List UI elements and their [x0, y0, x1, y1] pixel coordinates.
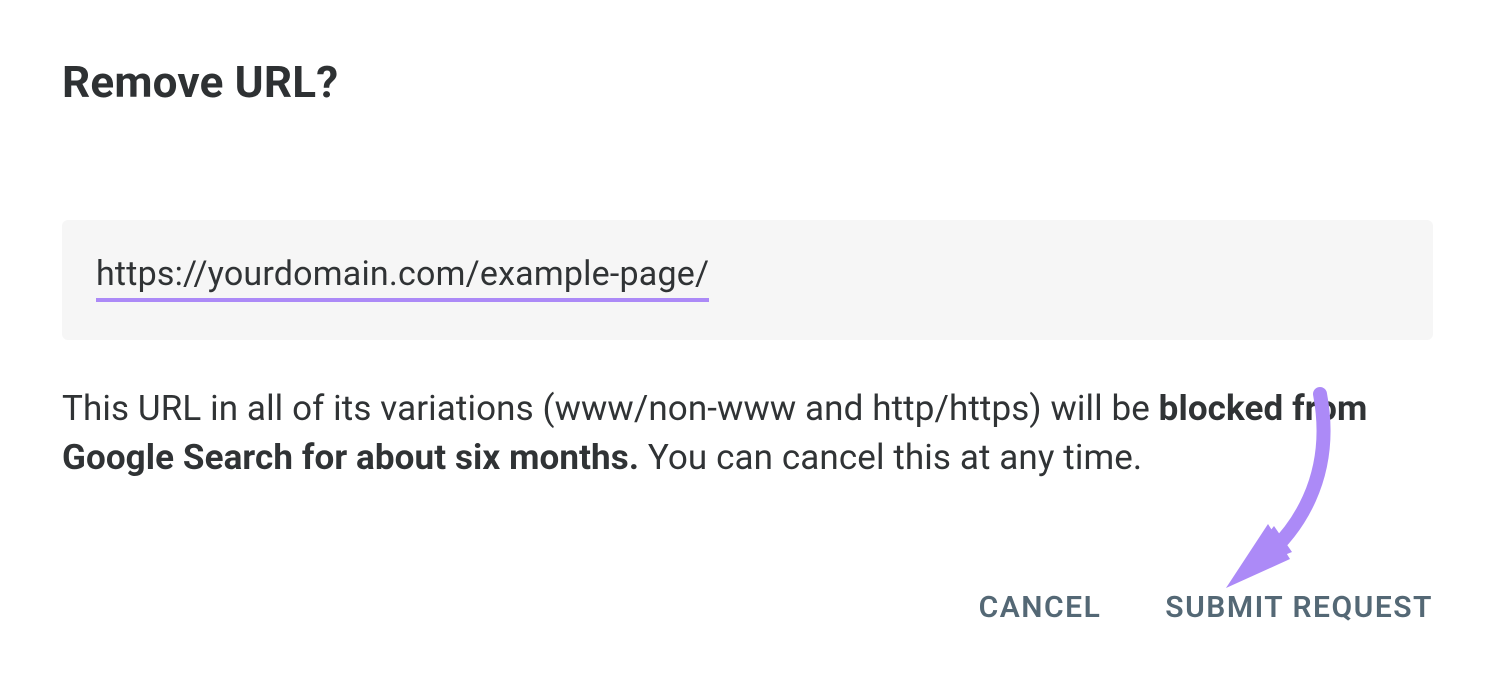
- description-suffix: You can cancel this at any time.: [639, 437, 1142, 478]
- dialog-title: Remove URL?: [62, 56, 1433, 108]
- url-input[interactable]: https://yourdomain.com/example-page/: [96, 254, 709, 294]
- submit-request-button[interactable]: SUBMIT REQUEST: [1165, 590, 1433, 625]
- remove-url-dialog: Remove URL? https://yourdomain.com/examp…: [0, 0, 1491, 696]
- dialog-actions: CANCEL SUBMIT REQUEST: [979, 590, 1433, 625]
- dialog-description: This URL in all of its variations (www/n…: [62, 384, 1433, 482]
- cancel-button[interactable]: CANCEL: [979, 590, 1102, 625]
- description-prefix: This URL in all of its variations (www/n…: [62, 388, 1159, 429]
- url-input-underline: https://yourdomain.com/example-page/: [96, 254, 709, 302]
- url-input-container: https://yourdomain.com/example-page/: [62, 220, 1433, 340]
